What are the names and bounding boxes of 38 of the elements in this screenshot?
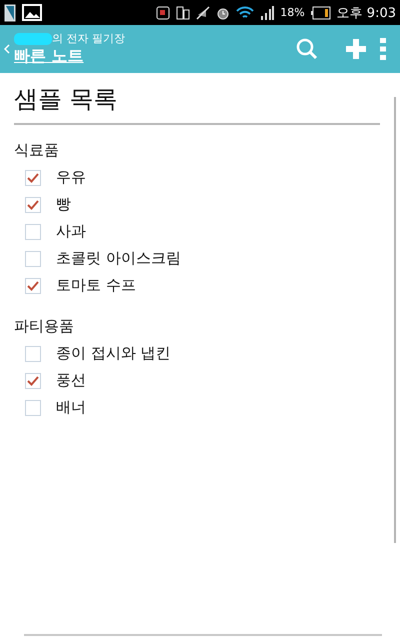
checkbox[interactable] <box>25 372 41 388</box>
alarm-clock-icon <box>216 6 230 20</box>
checkbox[interactable] <box>25 400 41 416</box>
image-icon <box>22 4 42 21</box>
checkbox[interactable] <box>25 196 41 212</box>
page-title: 샘플 목록 <box>14 79 380 125</box>
battery-icon <box>310 6 331 20</box>
phone-icon <box>4 4 16 22</box>
checkbox[interactable] <box>25 224 41 240</box>
search-button[interactable] <box>296 38 318 60</box>
more-icon <box>380 38 386 60</box>
signal-icon <box>260 6 274 20</box>
checkbox[interactable] <box>25 346 41 362</box>
back-icon[interactable] <box>4 44 10 54</box>
item-label: 빵 <box>56 195 71 214</box>
wifi-icon <box>236 6 254 20</box>
redaction-mark <box>14 32 52 44</box>
section-heading: 파티용품 <box>14 317 75 336</box>
section-heading: 식료품 <box>14 141 60 160</box>
checkbox[interactable] <box>25 278 41 294</box>
plus-icon <box>346 39 366 59</box>
item-label: 배너 <box>56 398 86 417</box>
more-button[interactable] <box>380 38 386 60</box>
checkbox[interactable] <box>25 170 41 186</box>
add-button[interactable] <box>346 39 366 59</box>
app-title: 빠른 노트 <box>14 46 85 67</box>
battery-percentage: 18% <box>280 6 305 19</box>
notebook-subtitle: 의 전자 필기장 <box>52 31 125 46</box>
item-label: 종이 접시와 냅킨 <box>56 344 171 363</box>
checkbox[interactable] <box>25 250 41 266</box>
item-label: 토마토 수프 <box>56 276 136 295</box>
item-label: 우유 <box>56 168 86 187</box>
devices-icon <box>176 6 190 20</box>
item-label: 사과 <box>56 222 86 241</box>
item-label: 초콜릿 아이스크림 <box>56 249 181 268</box>
clock-time: 오후 9:03 <box>336 4 396 22</box>
item-label: 풍선 <box>56 371 86 390</box>
search-icon <box>296 38 318 60</box>
